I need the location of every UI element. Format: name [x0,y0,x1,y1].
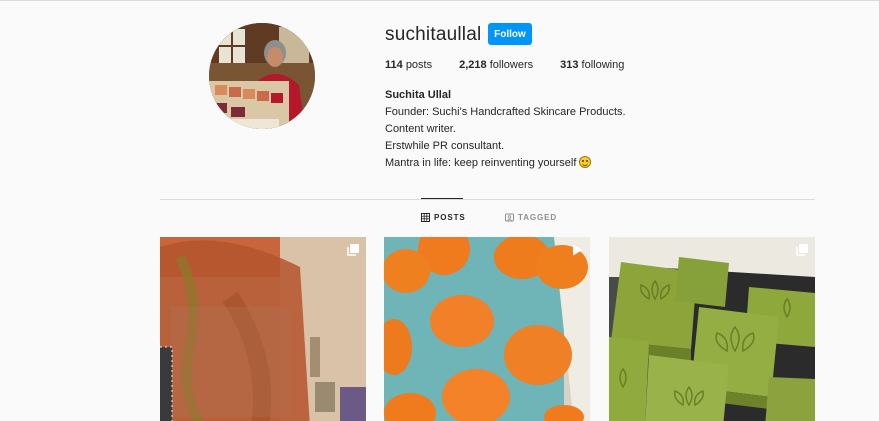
video-play-icon [570,243,584,257]
tab-posts-label: POSTS [434,213,466,222]
tab-tagged[interactable]: TAGGED [505,213,557,222]
tab-tagged-label: TAGGED [518,213,558,222]
tabs-divider [160,199,815,200]
post-image [609,237,815,421]
bio-line-mantra: Mantra in life: keep reinventing yoursel… [385,155,626,172]
post-thumbnail[interactable] [384,237,590,421]
top-border [0,0,879,1]
posts-count: 114 [385,59,403,71]
following-stat[interactable]: 313 following [560,59,624,71]
grid-icon [421,213,430,222]
profile-stats: 114 posts 2,218 followers 313 following [385,59,651,71]
bio-line: Mantra in life: keep reinventing yoursel… [385,157,577,169]
post-thumbnail[interactable] [160,237,366,421]
bio-line: Content writer. [385,123,456,135]
bio-line: Founder: Suchi's Handcrafted Skincare Pr… [385,106,626,118]
tab-posts[interactable]: POSTS [421,213,466,222]
multiple-images-icon [795,243,809,257]
post-thumbnail[interactable] [609,237,815,421]
followers-stat[interactable]: 2,218 followers [459,59,533,71]
tagged-icon [505,213,514,222]
active-tab-indicator [421,198,463,199]
smiling-face-emoji-icon [579,156,592,168]
followers-count: 2,218 [459,59,487,71]
bio-line: Erstwhile PR consultant. [385,140,505,152]
posts-stat: 114 posts [385,59,432,71]
avatar-photo [209,23,315,129]
avatar[interactable] [209,23,315,129]
multiple-images-icon [346,243,360,257]
profile-bio: Suchita Ullal Founder: Suchi's Handcraft… [385,87,626,172]
profile-full-name: Suchita Ullal [385,89,452,101]
following-label: following [581,59,625,71]
post-image [160,237,366,421]
followers-label: followers [489,59,534,71]
posts-label: posts [405,59,433,71]
post-image [384,237,590,421]
following-count: 313 [560,59,579,71]
follow-button[interactable]: Follow [488,23,532,45]
profile-username: suchitaullal [385,24,482,45]
